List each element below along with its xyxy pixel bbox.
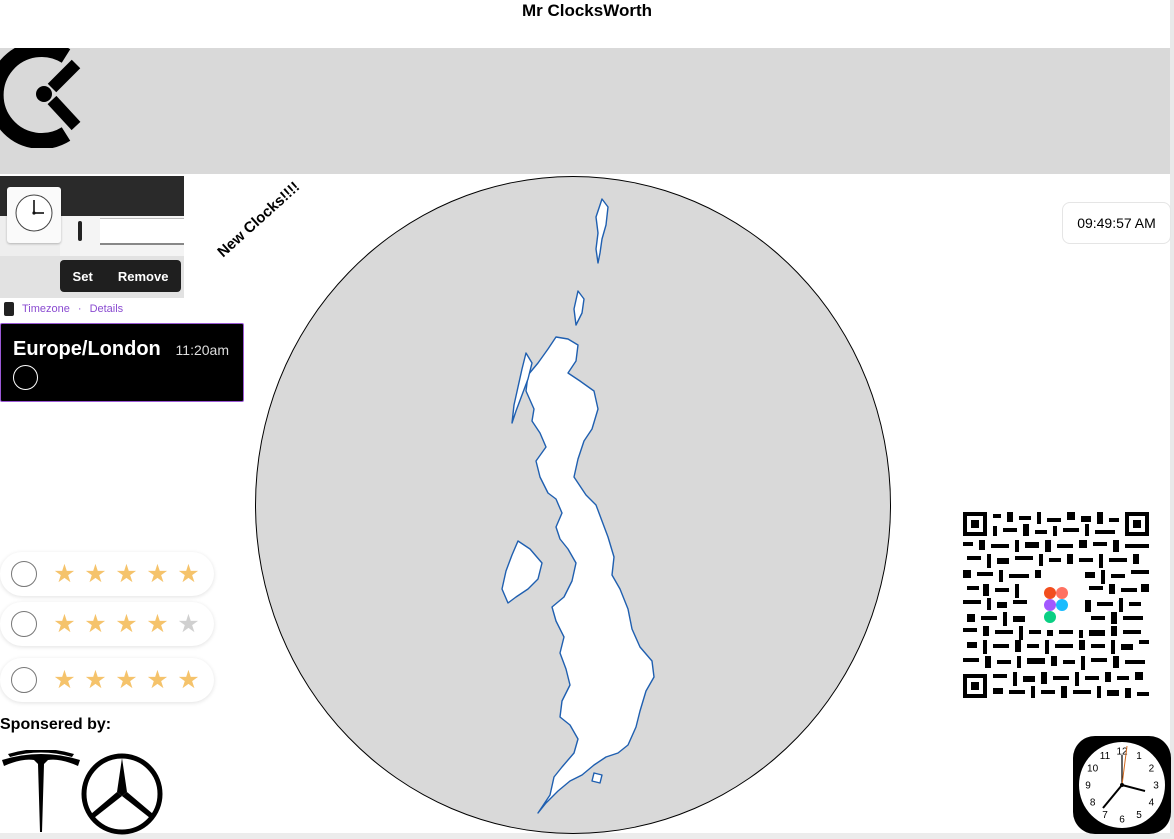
remove-button[interactable]: Remove bbox=[118, 269, 169, 284]
star-icon[interactable]: ★ bbox=[80, 667, 111, 693]
qr-code[interactable] bbox=[963, 512, 1149, 698]
clock-face: 12 1234567891011 bbox=[1079, 742, 1165, 828]
link-separator: · bbox=[77, 303, 82, 315]
rating-row[interactable]: ★ ★ ★ ★ ★ bbox=[0, 552, 214, 596]
page-edge bbox=[1170, 0, 1174, 839]
uk-outline bbox=[501, 198, 655, 814]
clock-number: 6 bbox=[1119, 815, 1125, 826]
clock-number: 7 bbox=[1102, 810, 1108, 821]
star-icon[interactable]: ★ bbox=[80, 611, 111, 637]
star-icon[interactable]: ★ bbox=[111, 561, 142, 587]
clock-app-icon[interactable]: 12 1 2 3 4 5 6 7 8 9 10 11 bbox=[1073, 736, 1171, 834]
star-icon-empty[interactable]: ★ bbox=[173, 611, 204, 637]
star-icon[interactable]: ★ bbox=[49, 611, 80, 637]
clock-number: 2 bbox=[1149, 764, 1155, 775]
star-icon[interactable]: ★ bbox=[173, 561, 204, 587]
desk-clock-image bbox=[7, 187, 61, 243]
clockify-logo[interactable] bbox=[0, 48, 90, 148]
rating-radio[interactable] bbox=[11, 667, 37, 693]
tesla-logo[interactable] bbox=[0, 750, 82, 834]
timezone-links: Timezone · Details bbox=[4, 301, 123, 317]
timezone-link[interactable]: Timezone bbox=[22, 303, 70, 315]
header-banner bbox=[0, 48, 1170, 174]
rating-radio[interactable] bbox=[11, 611, 37, 637]
figma-icon bbox=[1031, 578, 1083, 630]
clock-number: 4 bbox=[1149, 798, 1155, 809]
rating-radio[interactable] bbox=[11, 561, 37, 587]
current-time-pill: 09:49:57 AM bbox=[1062, 202, 1171, 244]
star-icon[interactable]: ★ bbox=[173, 667, 204, 693]
watch-icon bbox=[4, 302, 14, 316]
mercedes-logo[interactable] bbox=[80, 752, 164, 836]
clock-number: 10 bbox=[1087, 764, 1099, 775]
star-icon[interactable]: ★ bbox=[142, 667, 173, 693]
star-icon[interactable]: ★ bbox=[80, 561, 111, 587]
rating-row[interactable]: ★ ★ ★ ★ ★ bbox=[0, 602, 214, 646]
star-icon[interactable]: ★ bbox=[49, 561, 80, 587]
star-icon[interactable]: ★ bbox=[142, 611, 173, 637]
clock-number: 8 bbox=[1090, 798, 1096, 809]
details-link[interactable]: Details bbox=[90, 303, 124, 315]
new-clocks-label: New Clocks!!!! bbox=[214, 178, 304, 261]
timezone-radio[interactable] bbox=[13, 365, 38, 390]
star-icon[interactable]: ★ bbox=[111, 611, 142, 637]
timezone-time: 11:20am bbox=[175, 342, 229, 358]
star-icon[interactable]: ★ bbox=[49, 667, 80, 693]
clock-number: 1 bbox=[1136, 751, 1142, 762]
star-icon[interactable]: ★ bbox=[111, 667, 142, 693]
rating-row[interactable]: ★ ★ ★ ★ ★ bbox=[0, 658, 214, 702]
clock-number: 11 bbox=[1100, 751, 1111, 762]
star-icon[interactable]: ★ bbox=[142, 561, 173, 587]
timezone-card[interactable]: Europe/London 11:20am bbox=[0, 323, 244, 402]
clock-number: 3 bbox=[1153, 781, 1159, 792]
card-actions: Set Remove bbox=[60, 260, 181, 292]
notebook-image bbox=[100, 218, 184, 245]
page-edge-bottom bbox=[0, 833, 1174, 839]
clock-number: 9 bbox=[1085, 781, 1091, 792]
sponsor-label: Sponsered by: bbox=[0, 716, 112, 733]
page-title: Mr ClocksWorth bbox=[521, 1, 653, 20]
uk-map[interactable] bbox=[255, 176, 891, 834]
product-image-card: Set Remove bbox=[0, 176, 184, 298]
set-button[interactable]: Set bbox=[73, 269, 93, 284]
timezone-name: Europe/London bbox=[13, 338, 161, 360]
clock-number: 5 bbox=[1136, 810, 1142, 821]
pen-image bbox=[78, 221, 82, 241]
